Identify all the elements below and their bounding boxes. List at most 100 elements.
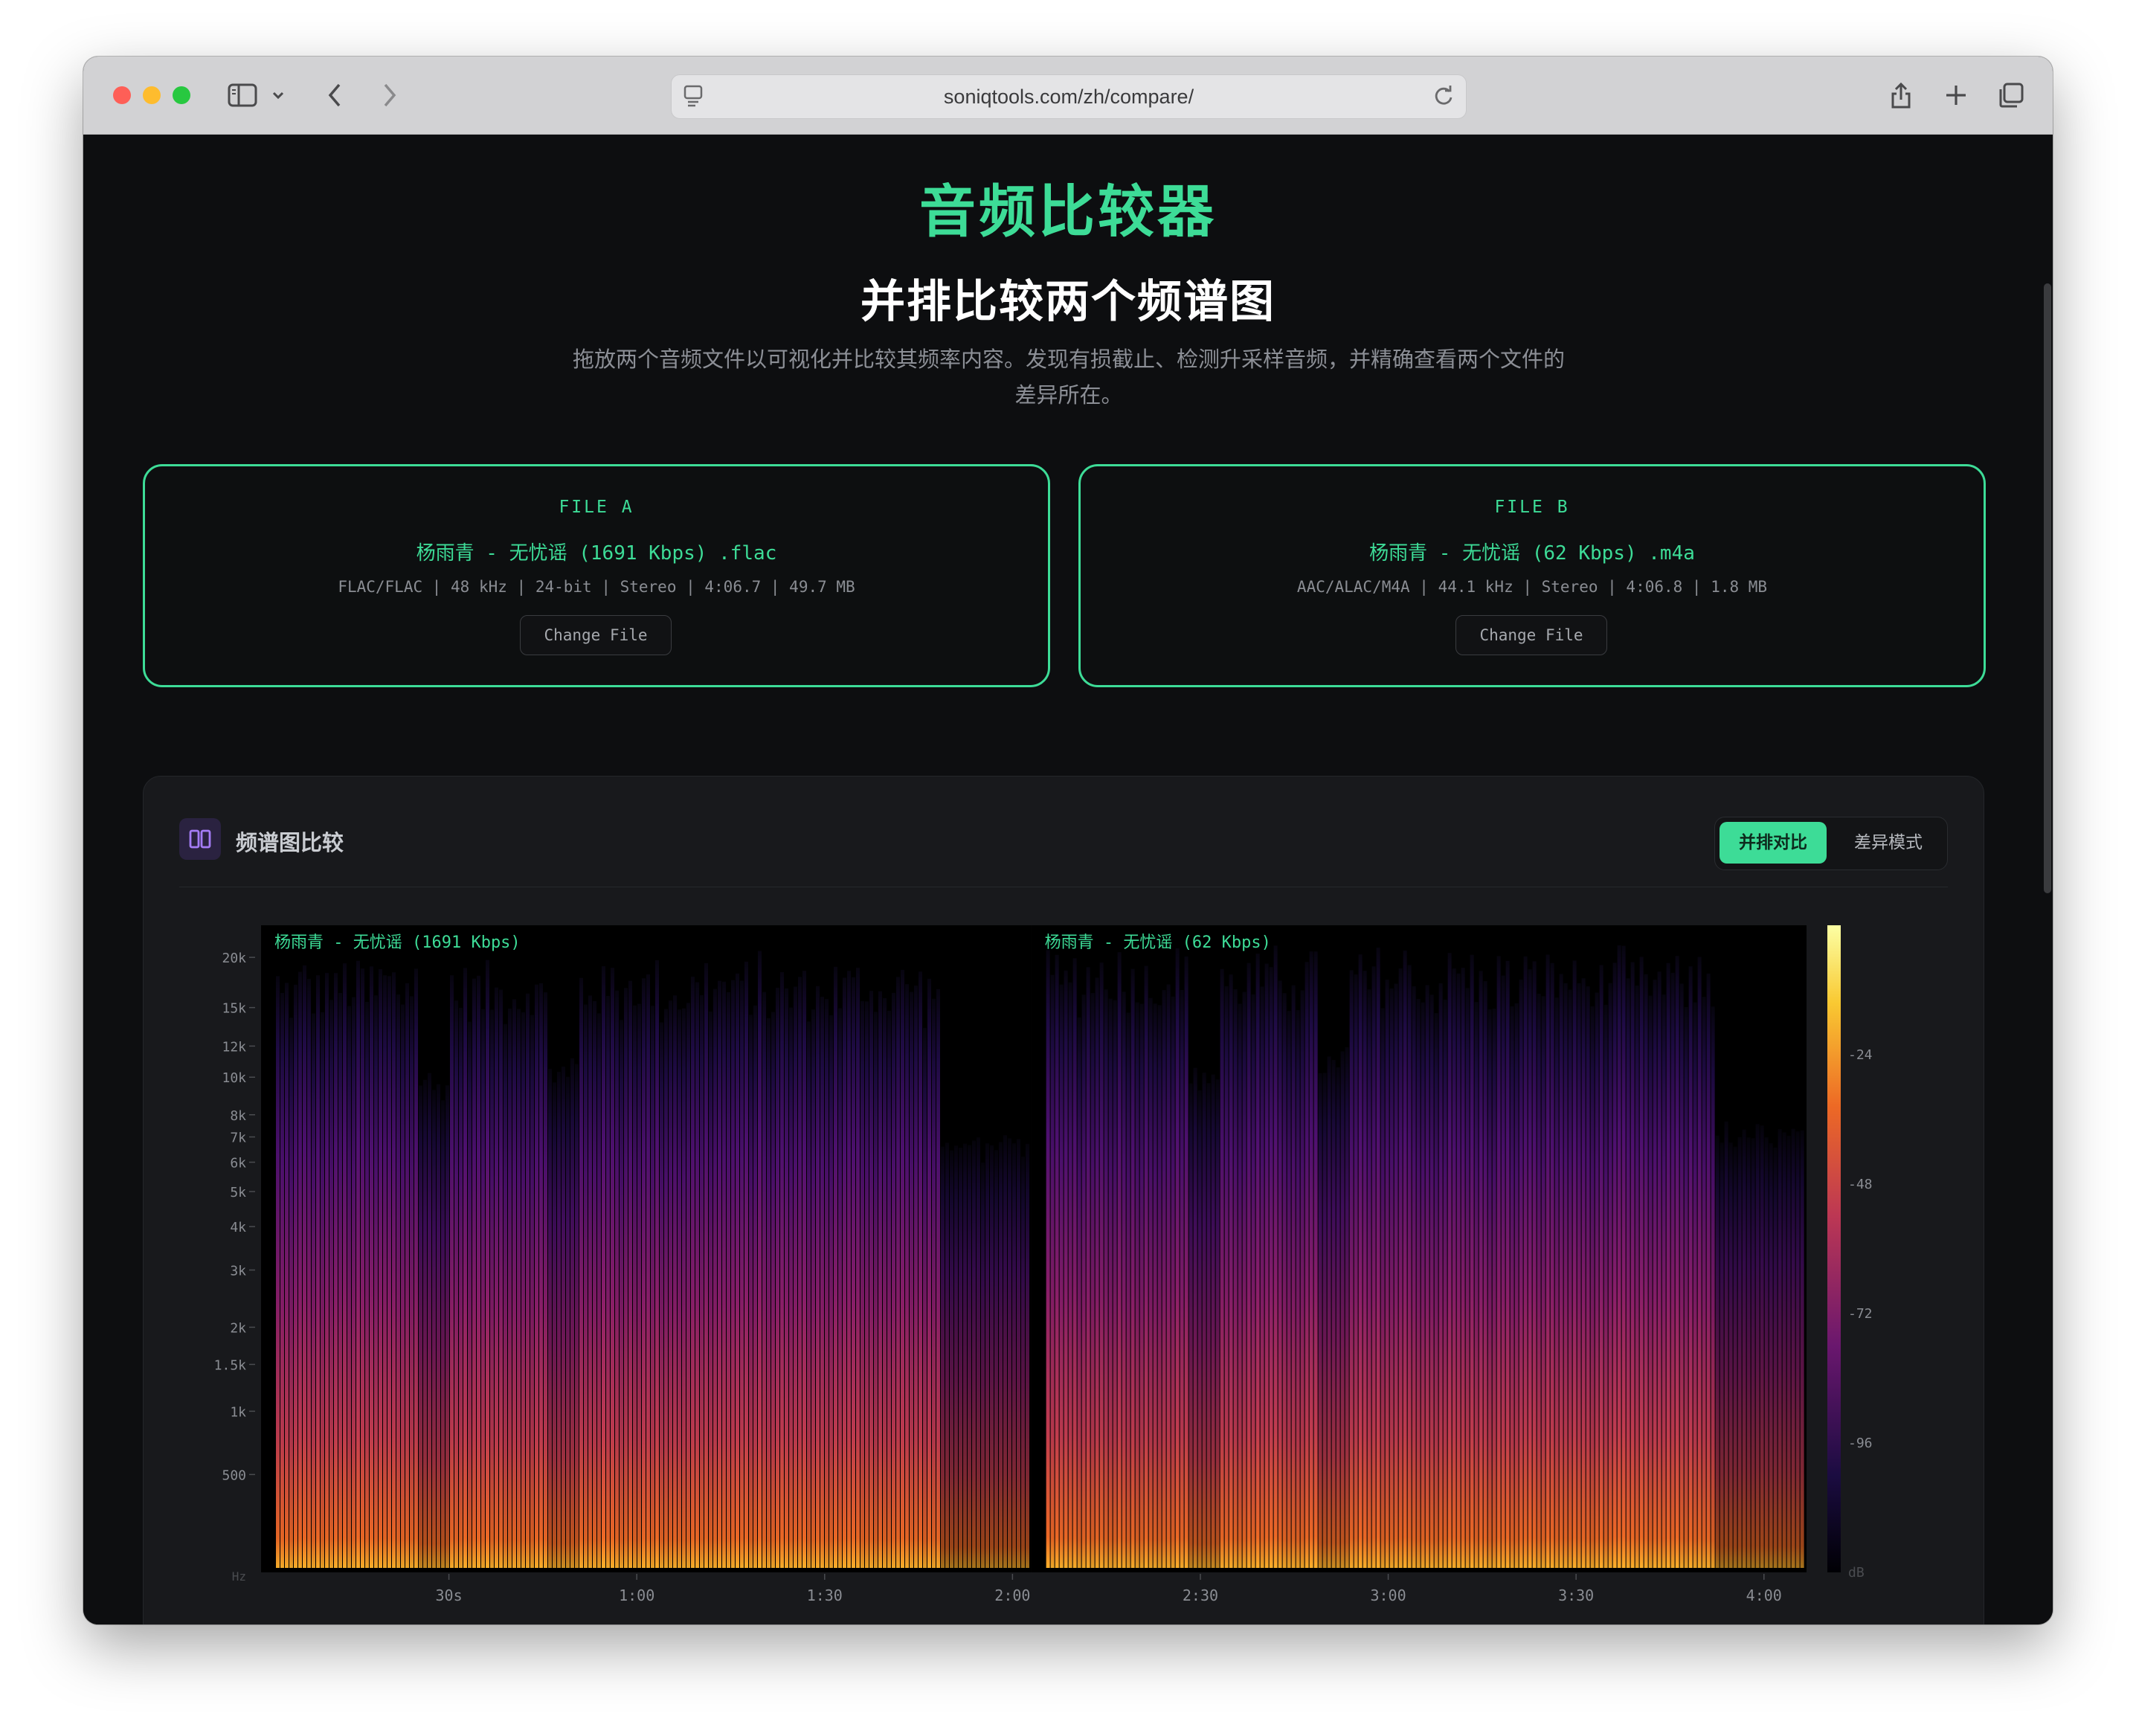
spectrogram-column (1376, 948, 1380, 1568)
sidebar-toggle-icon[interactable] (226, 79, 259, 112)
x-tick-label: 3:00 (1370, 1586, 1406, 1604)
forward-arrow-icon[interactable] (373, 79, 406, 112)
spectrogram-column (878, 991, 882, 1568)
spectrogram-column (1278, 980, 1282, 1568)
spectrogram-column (1648, 995, 1653, 1568)
spectrogram-column (1742, 1129, 1746, 1568)
spectrogram-column (1246, 962, 1251, 1568)
reload-icon[interactable] (1432, 84, 1455, 111)
x-tick-label: 2:30 (1183, 1586, 1218, 1604)
file-b-dropzone[interactable]: FILE B 杨雨青 - 无忧谣 (62 Kbps) .m4a AAC/ALAC… (1078, 464, 1986, 687)
spectrogram-column (1349, 970, 1354, 1568)
spectrogram-column (343, 963, 347, 1568)
spectrogram-column (1175, 948, 1180, 1568)
spectrogram-column (923, 1027, 927, 1568)
spectrogram-column (776, 987, 779, 1568)
spectrogram-column (968, 1145, 971, 1568)
y-tick-label: 1.5k (214, 1357, 247, 1373)
file-a-meta: FLAC/FLAC | 48 kHz | 24-bit | Stereo | 4… (338, 578, 855, 596)
spectrogram-column (1139, 1003, 1144, 1568)
spectrogram-column (1492, 1009, 1496, 1568)
spectrogram-column (499, 989, 503, 1568)
spectrogram-column (736, 973, 739, 1568)
spectrogram-column (753, 1005, 757, 1568)
spectrogram-column (298, 971, 302, 1568)
spectrogram-column (1291, 985, 1296, 1568)
spectrogram-column (276, 976, 280, 1568)
spectrogram-column (557, 1072, 561, 1568)
spectrogram-column (709, 1012, 712, 1568)
spectrogram-column (1483, 981, 1487, 1568)
spectrogram-column (1670, 972, 1675, 1568)
minimize-window-button[interactable] (143, 86, 161, 104)
spectrogram-column (530, 1015, 534, 1568)
chevron-down-icon[interactable] (262, 79, 295, 112)
spectrogram-column (718, 980, 721, 1568)
spectrogram-column (1751, 1138, 1755, 1568)
spectrogram-column (1184, 956, 1188, 1568)
tab-overview-icon[interactable] (1995, 79, 2027, 112)
spectrogram-column (1568, 989, 1572, 1568)
spectrogram-column (1385, 980, 1389, 1568)
spectrogram-column (990, 1145, 994, 1568)
spectrogram-column (419, 1085, 422, 1568)
spectrogram-column (1008, 1138, 1011, 1568)
spectrogram-column (1733, 1146, 1737, 1568)
close-window-button[interactable] (113, 86, 131, 104)
file-a-dropzone[interactable]: FILE A 杨雨青 - 无忧谣 (1691 Kbps) .flac FLAC/… (143, 464, 1050, 687)
y-tick-label: 15k (222, 1001, 246, 1017)
spectrogram-column (1287, 1011, 1291, 1568)
spectrogram-column (1537, 994, 1541, 1568)
file-a-label: FILE A (559, 498, 634, 517)
zoom-window-button[interactable] (173, 86, 190, 104)
spectrogram-column (1072, 958, 1077, 1568)
spectrogram-column (847, 971, 851, 1568)
spectrogram-column (1760, 1125, 1764, 1568)
spectrogram-column (936, 988, 940, 1568)
colorbar (1827, 925, 1841, 1572)
file-b-meta: AAC/ALAC/M4A | 44.1 kHz | Stereo | 4:06.… (1296, 578, 1768, 596)
spectrogram-column (838, 1008, 842, 1568)
url-text[interactable]: soniqtools.com/zh/compare/ (672, 86, 1466, 109)
page-scrollbar[interactable] (2044, 283, 2051, 893)
spectrogram-column (927, 978, 931, 1568)
spectrogram-column (1554, 997, 1559, 1568)
spectrogram-column (1021, 1157, 1025, 1568)
spectrogram-column (1251, 994, 1255, 1568)
spectrogram-column (1017, 1139, 1020, 1568)
spectrogram-column (1702, 997, 1706, 1568)
spectrogram-column (1327, 1056, 1331, 1568)
spectrogram-column (1728, 1142, 1733, 1568)
file-a-change-button[interactable]: Change File (520, 615, 672, 655)
share-icon[interactable] (1885, 79, 1917, 112)
spectrogram-column (423, 1079, 427, 1568)
spectrogram-column (1452, 968, 1456, 1568)
spectrogram-column (1612, 962, 1617, 1568)
spectrogram-column (1675, 956, 1679, 1568)
spectrogram-column (562, 1067, 565, 1568)
spectrogram-column (316, 975, 320, 1568)
spectrogram-column (1242, 991, 1246, 1568)
y-tick-label: 20k (222, 951, 246, 966)
spectrogram-column (432, 1090, 436, 1568)
spectrogram-column (669, 1000, 672, 1568)
spectrogram-column (860, 1000, 864, 1568)
file-b-name: 杨雨青 - 无忧谣 (62 Kbps) .m4a (1369, 542, 1695, 565)
spectrogram-column (883, 997, 887, 1568)
spectrogram-column (1590, 1006, 1595, 1568)
pane-label: 杨雨青 - 无忧谣 (1691 Kbps) (274, 933, 521, 952)
back-arrow-icon[interactable] (318, 79, 351, 112)
spectrogram-column (606, 995, 610, 1568)
spectrogram-column (963, 1143, 967, 1568)
new-tab-icon[interactable] (1940, 79, 1972, 112)
spectrogram-column (655, 960, 659, 1568)
spectrogram-column (1795, 1131, 1800, 1568)
spectrogram-column (1608, 983, 1612, 1568)
spectrogram-column (1144, 965, 1148, 1568)
spectrogram-column (1224, 986, 1229, 1568)
address-bar[interactable]: soniqtools.com/zh/compare/ (671, 74, 1467, 119)
spectrogram-column (325, 973, 329, 1568)
file-b-change-button[interactable]: Change File (1455, 615, 1607, 655)
spectrogram-column (1617, 945, 1621, 1568)
spectrogram-column (539, 983, 543, 1568)
